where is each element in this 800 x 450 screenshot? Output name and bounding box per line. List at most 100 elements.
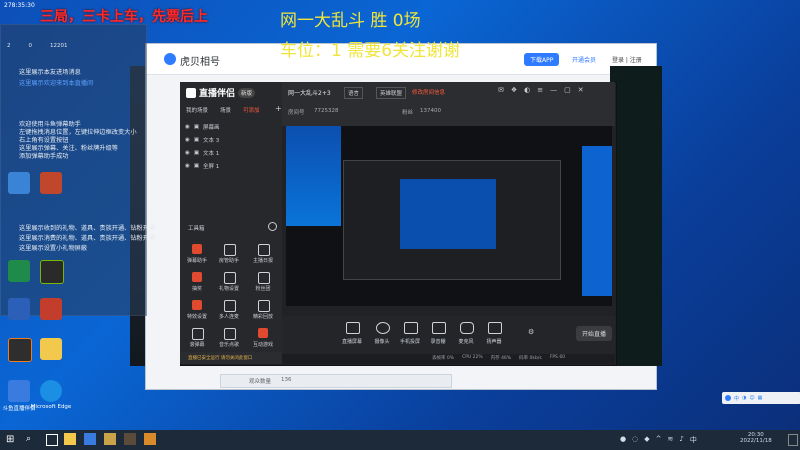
menu-icon[interactable]: ≡: [537, 86, 543, 94]
chat-line: 这里展示欢迎来到本直播间: [19, 80, 94, 87]
network-tray-icon[interactable]: ◌: [632, 435, 638, 445]
record-icon[interactable]: [432, 322, 446, 334]
login-button[interactable]: 登录 | 注册: [608, 53, 646, 66]
tab-add[interactable]: 可添加: [243, 106, 260, 114]
app-left-panel: 直播伴侣 新版 我的场景 场景 可添加 + ◉ ▣ 屏幕画 ◉ ▣ 文本 3 ◉ ▣ 文本 …: [180, 82, 282, 364]
membership-button[interactable]: 开通会员: [568, 53, 600, 66]
gift-settings-icon[interactable]: [224, 272, 236, 284]
scene-item[interactable]: ◉ ▣ 屏幕画: [185, 120, 220, 133]
room-manager-icon[interactable]: [224, 244, 236, 256]
effects-icon[interactable]: [192, 300, 202, 310]
download-app-button[interactable]: 下载APP: [524, 53, 560, 66]
netease-icon[interactable]: [40, 298, 62, 320]
camera-icon[interactable]: [376, 322, 390, 334]
volume-icon[interactable]: ♪: [679, 435, 683, 445]
app-taskbar-icon[interactable]: [144, 433, 156, 445]
lottery-icon[interactable]: [192, 272, 202, 282]
message-icon[interactable]: ✉: [498, 86, 504, 94]
scroll-danmaku-icon[interactable]: [192, 328, 204, 340]
edge-icon[interactable]: [40, 380, 62, 402]
close-icon[interactable]: ✕: [578, 86, 584, 94]
settings-icon[interactable]: ⚙: [528, 328, 534, 336]
toolbox-heading: 工具箱: [188, 226, 205, 232]
eye-icon[interactable]: ◉: [185, 150, 190, 156]
game-side-panel: [610, 66, 662, 366]
start-icon[interactable]: ⊞: [6, 434, 14, 445]
safety-notice: 直播已安全运行 请勿关闭此窗口: [188, 356, 253, 361]
microphone-icon[interactable]: [460, 322, 474, 334]
replay-icon[interactable]: [258, 300, 270, 312]
room-id-label: 房间号: [288, 110, 305, 116]
toolbox-settings-icon[interactable]: [268, 222, 277, 231]
lock-icon[interactable]: ▣: [194, 124, 199, 130]
shield-tray-icon[interactable]: ◆: [644, 435, 649, 445]
task-view-icon[interactable]: [46, 434, 58, 446]
edit-room-info-link[interactable]: 修改房间信息: [412, 88, 445, 96]
bottom-toolbar: 直播屏幕 摄像头 手机投屏 录音棚 麦克风 扬声器 ⚙ 开始直播: [282, 316, 615, 354]
recycle-bin-icon[interactable]: [40, 172, 62, 194]
chat-line: 欢迎使用斗鱼弹幕助手: [19, 121, 81, 128]
this-pc-icon[interactable]: [8, 172, 30, 194]
multi-mic-icon[interactable]: [224, 300, 236, 312]
skin-icon[interactable]: ◐: [524, 86, 530, 94]
grid-label: 滚弹幕: [189, 342, 205, 348]
douyu-companion-icon[interactable]: [8, 380, 30, 402]
chat-line: 这里展示本友进场消息: [19, 69, 81, 76]
scene-item[interactable]: ◉ ▣ 全屏 1: [185, 159, 220, 172]
nvidia-icon[interactable]: [40, 260, 64, 284]
wechat-tray-icon[interactable]: ●: [620, 435, 626, 445]
scene-item[interactable]: ◉ ▣ 文本 3: [185, 133, 220, 146]
obs-icon[interactable]: [8, 338, 32, 362]
game-taskbar-icon[interactable]: [124, 433, 136, 445]
room-category: 英雄联盟: [376, 87, 407, 99]
notification-icon[interactable]: [788, 434, 798, 446]
preview-desktop-area: [286, 126, 341, 226]
grid-label: 礼物设置: [218, 286, 239, 292]
ime-tray-icon[interactable]: 中: [690, 435, 697, 445]
search-icon[interactable]: ⌕: [26, 434, 31, 444]
excel-icon[interactable]: [8, 260, 30, 282]
lock-icon[interactable]: ▣: [194, 137, 199, 143]
wifi-icon[interactable]: ≋: [667, 435, 673, 445]
speaker-icon[interactable]: [488, 322, 502, 334]
ime-punct-icon[interactable]: ◑: [742, 395, 746, 401]
danmaku-assistant-icon[interactable]: [192, 244, 202, 254]
phone-cast-icon[interactable]: [404, 322, 418, 334]
ime-emoji-icon[interactable]: ☺: [749, 395, 754, 401]
score-count: 12201: [50, 43, 68, 49]
league-taskbar-icon[interactable]: [104, 433, 116, 445]
ime-toolbar[interactable]: 中 ◑ ☺ ▦: [722, 392, 800, 404]
interactive-game-icon[interactable]: [258, 328, 268, 338]
ime-mode-icon[interactable]: 中: [734, 395, 739, 402]
minimize-icon[interactable]: —: [550, 86, 557, 94]
scene-item[interactable]: ◉ ▣ 文本 1: [185, 146, 220, 159]
daily-report-icon[interactable]: [258, 244, 270, 256]
chat-line: 这里展示设置小礼物屏蔽: [19, 245, 88, 252]
status-metrics: 丢帧率 0% CPU 22% 内存 46% 码率 0kb/s FPS 60: [432, 355, 566, 361]
eye-icon[interactable]: ◉: [185, 163, 190, 169]
eye-icon[interactable]: ◉: [185, 137, 190, 143]
lock-icon[interactable]: ▣: [194, 150, 199, 156]
douyu-taskbar-icon[interactable]: [84, 433, 96, 445]
start-live-button[interactable]: 开始直播: [576, 326, 613, 341]
tab-scenes[interactable]: 场景: [220, 106, 231, 114]
tab-my-scenes[interactable]: 我的场景: [186, 106, 208, 114]
lock-icon[interactable]: ▣: [194, 163, 199, 169]
chat-line: 添加弹幕助手成功: [19, 153, 69, 160]
clock[interactable]: 20:30 2022/11/18: [740, 432, 772, 444]
chevron-up-icon[interactable]: ^: [656, 435, 662, 445]
music-icon[interactable]: [224, 328, 236, 340]
screen-capture-icon[interactable]: [346, 322, 360, 334]
eye-icon[interactable]: ◉: [185, 124, 190, 130]
grid-label: 抽奖: [191, 286, 202, 292]
maximize-icon[interactable]: ▢: [564, 86, 571, 94]
gift-icon[interactable]: ❖: [511, 86, 517, 94]
add-scene-icon[interactable]: +: [275, 104, 282, 113]
stream-stat-line1: 网一大乱斗 胜 0场: [280, 11, 421, 31]
ime-keyboard-icon[interactable]: ▦: [758, 395, 763, 401]
file-explorer-icon[interactable]: [64, 433, 76, 445]
scene-tabs: 我的场景 场景 可添加: [186, 106, 260, 114]
fan-club-icon[interactable]: [258, 272, 270, 284]
word-icon[interactable]: [8, 298, 30, 320]
folder-icon[interactable]: [40, 338, 62, 360]
